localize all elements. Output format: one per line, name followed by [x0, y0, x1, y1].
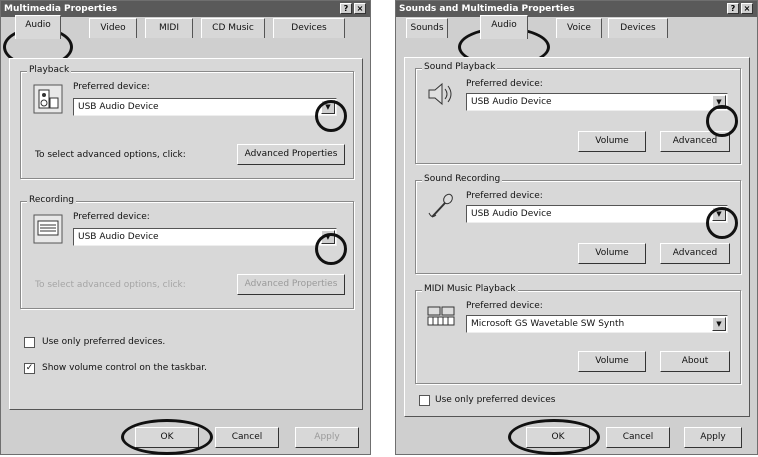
- title-bar: Sounds and Multimedia Properties ? ×: [396, 1, 757, 17]
- speaker-icon: [33, 84, 63, 114]
- recording-device-value: USB Audio Device: [78, 232, 159, 242]
- apply-button[interactable]: Apply: [295, 427, 359, 448]
- midi-playback-group: MIDI Music Playback Preferred device: Mi…: [415, 284, 741, 384]
- cancel-button[interactable]: Cancel: [606, 427, 670, 448]
- speaker-icon: [426, 81, 456, 107]
- cancel-button[interactable]: Cancel: [215, 427, 279, 448]
- playback-device-value: USB Audio Device: [78, 102, 159, 112]
- sound-recording-volume-button[interactable]: Volume: [578, 243, 646, 264]
- sound-recording-advanced-button[interactable]: Advanced: [660, 243, 730, 264]
- annotation-circle-playback-dropdown: [706, 105, 738, 137]
- tab-midi[interactable]: MIDI: [145, 18, 193, 38]
- apply-button[interactable]: Apply: [684, 427, 742, 448]
- show-volume-checkbox[interactable]: ✓: [24, 363, 35, 374]
- sound-recording-device-select[interactable]: USB Audio Device ▼: [466, 205, 728, 223]
- window-title: Multimedia Properties: [4, 4, 118, 14]
- show-volume-label: Show volume control on the taskbar.: [42, 363, 208, 373]
- help-button[interactable]: ?: [727, 3, 739, 14]
- annotation-circle-ok-button: [508, 419, 600, 455]
- recording-device-icon: [33, 214, 63, 244]
- sound-recording-preferred-label: Preferred device:: [466, 191, 543, 201]
- tab-devices[interactable]: Devices: [608, 18, 668, 38]
- recording-advanced-properties-button[interactable]: Advanced Properties: [237, 274, 345, 295]
- use-only-preferred-checkbox[interactable]: [419, 395, 430, 406]
- tab-devices[interactable]: Devices: [273, 18, 345, 38]
- use-only-preferred-checkbox[interactable]: [24, 337, 35, 348]
- tab-cd-music[interactable]: CD Music: [201, 18, 265, 38]
- recording-advanced-hint: To select advanced options, click:: [35, 280, 186, 290]
- sound-playback-device-value: USB Audio Device: [471, 97, 552, 107]
- use-only-preferred-label: Use only preferred devices.: [42, 337, 166, 347]
- help-button[interactable]: ?: [340, 3, 352, 14]
- playback-advanced-hint: To select advanced options, click:: [35, 150, 186, 160]
- tab-voice[interactable]: Voice: [556, 18, 602, 38]
- sound-playback-volume-button[interactable]: Volume: [578, 131, 646, 152]
- playback-preferred-label: Preferred device:: [73, 82, 150, 92]
- midi-playback-group-label: MIDI Music Playback: [422, 284, 518, 294]
- sound-recording-group: Sound Recording Preferred device: USB Au…: [415, 174, 741, 274]
- recording-group-label: Recording: [27, 195, 77, 205]
- annotation-circle-recording-dropdown: [706, 207, 738, 239]
- close-button[interactable]: ×: [741, 3, 753, 14]
- tab-video[interactable]: Video: [89, 18, 137, 38]
- sound-recording-device-value: USB Audio Device: [471, 209, 552, 219]
- sound-playback-device-select[interactable]: USB Audio Device ▼: [466, 93, 728, 111]
- midi-preferred-label: Preferred device:: [466, 301, 543, 311]
- tab-panel: Sound Playback Preferred device: USB Aud…: [404, 57, 750, 417]
- annotation-circle-recording-dropdown: [315, 233, 347, 265]
- midi-volume-button[interactable]: Volume: [578, 351, 646, 372]
- recording-group: Recording Preferred device: USB Audio De…: [20, 195, 354, 309]
- sound-playback-group: Sound Playback Preferred device: USB Aud…: [415, 62, 741, 164]
- playback-advanced-properties-button[interactable]: Advanced Properties: [237, 144, 345, 165]
- multimedia-properties-dialog: Multimedia Properties ? × Audio Video MI…: [0, 0, 371, 455]
- recording-device-select[interactable]: USB Audio Device ▼: [73, 228, 337, 246]
- midi-about-button[interactable]: About: [660, 351, 730, 372]
- microphone-icon: [426, 193, 456, 219]
- playback-group: Playback Preferred device: USB Audio Dev…: [20, 65, 354, 179]
- sound-playback-preferred-label: Preferred device:: [466, 79, 543, 89]
- midi-device-value: Microsoft GS Wavetable SW Synth: [471, 319, 625, 329]
- chevron-down-icon[interactable]: ▼: [712, 317, 726, 331]
- playback-device-select[interactable]: USB Audio Device ▼: [73, 98, 337, 116]
- tab-audio[interactable]: Audio: [480, 15, 528, 39]
- midi-keyboard-icon: [426, 303, 456, 329]
- tab-audio[interactable]: Audio: [15, 15, 61, 39]
- annotation-circle-playback-dropdown: [315, 100, 347, 132]
- playback-group-label: Playback: [27, 65, 72, 75]
- recording-preferred-label: Preferred device:: [73, 212, 150, 222]
- annotation-circle-ok-button: [121, 419, 213, 455]
- sound-recording-group-label: Sound Recording: [422, 174, 503, 184]
- close-button[interactable]: ×: [354, 3, 366, 14]
- tab-sounds[interactable]: Sounds: [406, 18, 448, 38]
- sound-playback-group-label: Sound Playback: [422, 62, 498, 72]
- tab-panel: Playback Preferred device: USB Audio Dev…: [9, 58, 363, 410]
- sounds-multimedia-properties-dialog: Sounds and Multimedia Properties ? × Sou…: [395, 0, 758, 455]
- midi-device-select[interactable]: Microsoft GS Wavetable SW Synth ▼: [466, 315, 728, 333]
- window-title: Sounds and Multimedia Properties: [399, 4, 575, 14]
- use-only-preferred-label: Use only preferred devices: [435, 395, 556, 405]
